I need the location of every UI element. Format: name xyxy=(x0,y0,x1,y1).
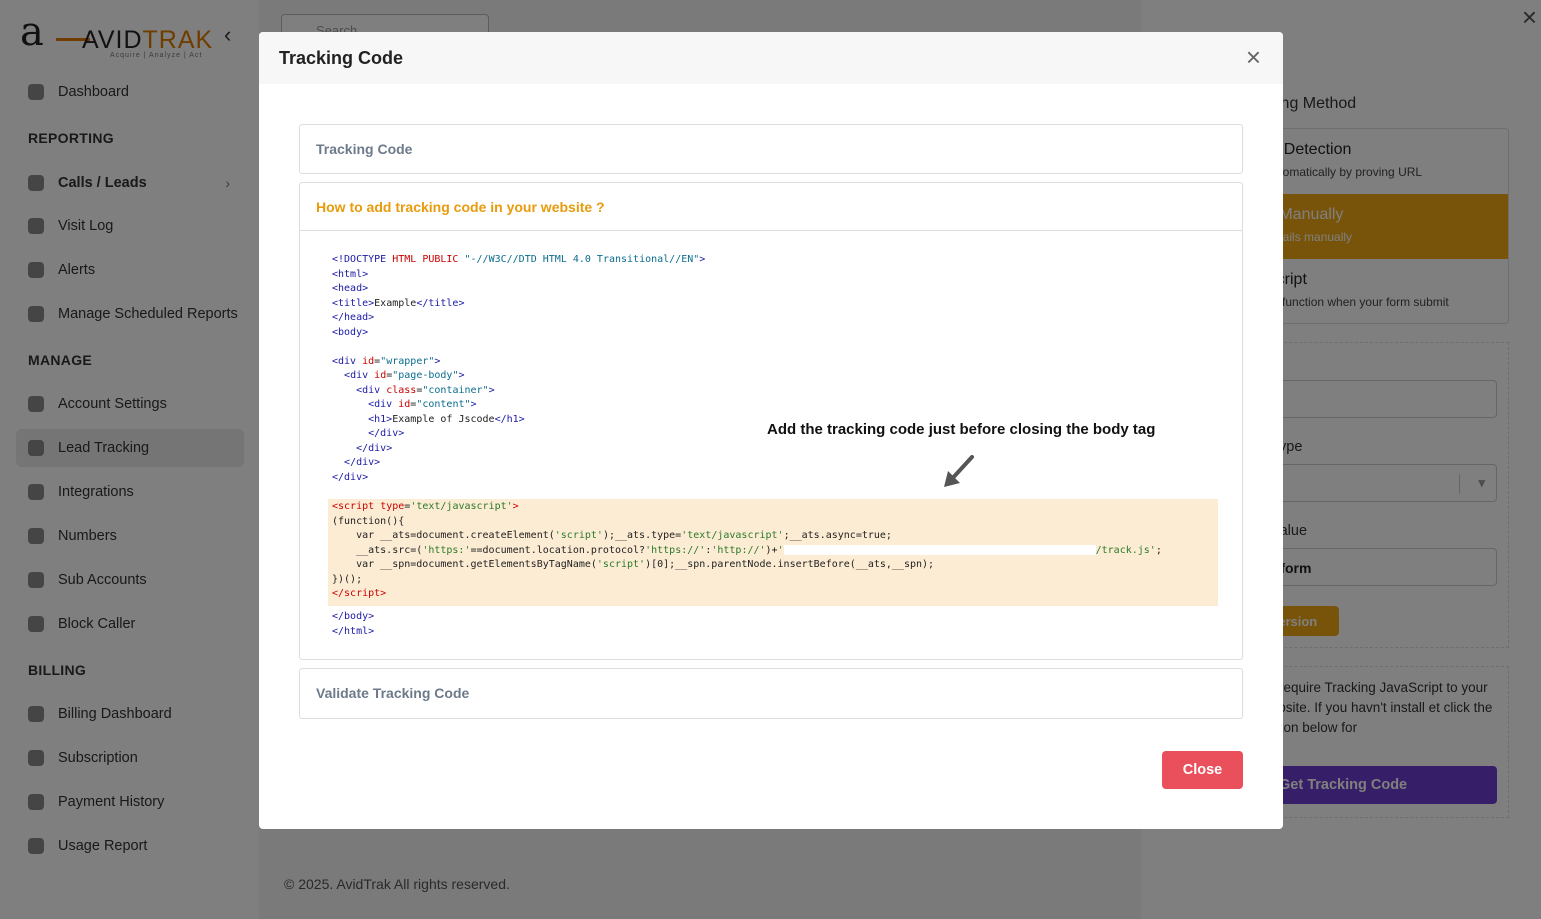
closing-tags-code: </body> </html> xyxy=(332,611,375,637)
close-icon[interactable]: × xyxy=(1246,44,1261,70)
redacted-domain xyxy=(783,544,1096,555)
close-button[interactable]: Close xyxy=(1162,751,1243,789)
arrow-down-left-icon xyxy=(944,455,974,487)
accordion-header: Validate Tracking Code xyxy=(316,685,470,701)
tracking-script-code: <script type='text/javascript'> (functio… xyxy=(332,501,1162,599)
tracking-code-modal: Tracking Code × Tracking Code How to add… xyxy=(259,32,1283,829)
annotation-text: Add the tracking code just before closin… xyxy=(767,421,1156,438)
accordion-header[interactable]: How to add tracking code in your website… xyxy=(300,183,1242,231)
html-example-code: <!DOCTYPE HTML PUBLIC "-//W3C//DTD HTML … xyxy=(332,254,706,483)
modal-title: Tracking Code xyxy=(279,48,404,68)
accordion-validate[interactable]: Validate Tracking Code xyxy=(299,668,1243,719)
accordion-tracking-code[interactable]: Tracking Code xyxy=(299,124,1243,174)
modal-header: Tracking Code × xyxy=(259,32,1283,84)
accordion-how-to: How to add tracking code in your website… xyxy=(299,182,1243,660)
accordion-header: Tracking Code xyxy=(316,141,413,157)
